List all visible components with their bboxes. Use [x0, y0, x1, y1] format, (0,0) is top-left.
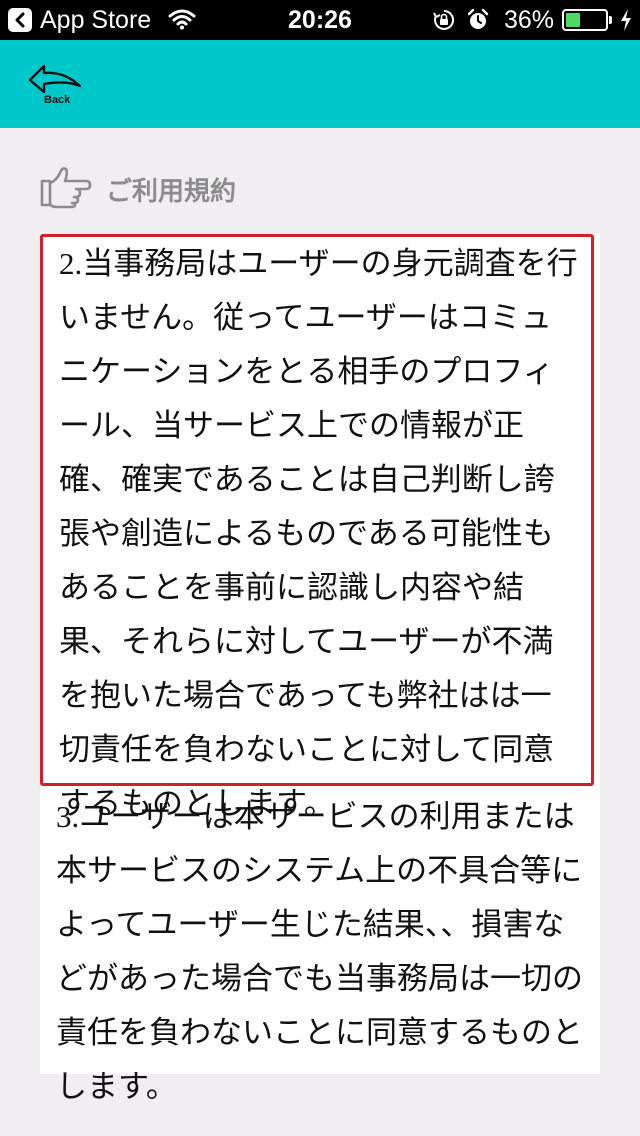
nav-bar: Back — [0, 40, 640, 128]
clause-3-text: ユーザーは本サービスの利用または本サービスのシステム上の不具合等によってユーザー… — [56, 799, 583, 1105]
clause-3-number: 3. — [56, 799, 80, 834]
back-button[interactable]: Back — [28, 60, 88, 112]
pointing-hand-icon — [38, 165, 92, 213]
battery-percent: 36% — [503, 5, 554, 34]
section-title: ご利用規約 — [106, 176, 237, 207]
alarm-icon — [466, 8, 490, 32]
battery-level-fill — [566, 13, 580, 27]
status-bar: App Store 20:26 36% — [0, 0, 640, 40]
clause-2-text: 当事務局はユーザーの身元調査を行いません。従ってユーザーはコミュニケーションをと… — [59, 246, 578, 822]
terms-panel[interactable]: 2.当事務局はユーザーの身元調査を行いません。従ってユーザーはコミュニケーション… — [40, 234, 600, 1105]
battery-icon — [562, 9, 612, 31]
charging-bolt-icon — [620, 9, 632, 31]
terms-clause-2-highlighted: 2.当事務局はユーザーの身元調査を行いません。従ってユーザーはコミュニケーション… — [40, 234, 594, 822]
section-header: ご利用規約 — [38, 164, 236, 214]
terms-clause-3: 3.ユーザーは本サービスの利用または本サービスのシステム上の不具合等によってユー… — [40, 790, 600, 1114]
back-arrow-icon — [28, 64, 82, 94]
clause-2-number: 2. — [59, 246, 83, 281]
back-label: Back — [44, 94, 71, 106]
orientation-lock-icon — [432, 8, 456, 32]
status-right-icons: 36% — [422, 6, 632, 34]
